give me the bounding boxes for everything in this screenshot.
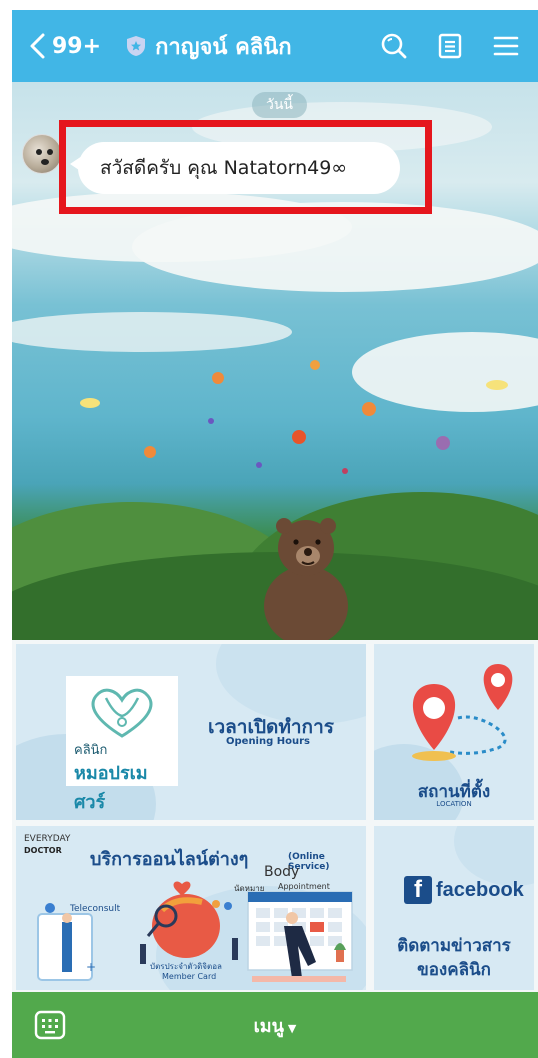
opening-hours-tile[interactable]: คลินิก หมอปรเมศวร์ เวลาเปิดทำการ Opening…: [16, 644, 366, 820]
caret-down-icon: ▼: [287, 1021, 297, 1035]
cloud-decoration: [12, 312, 292, 352]
planet-decoration: [362, 402, 376, 416]
date-separator: วันนี้: [252, 92, 308, 118]
hamburger-menu-icon[interactable]: [492, 32, 520, 60]
opening-hours-label-en: Opening Hours: [226, 736, 310, 747]
bot-avatar[interactable]: [22, 134, 62, 174]
planet-decoration: [292, 430, 306, 444]
svg-text:+: +: [86, 960, 96, 974]
facebook-logo: f facebook: [404, 876, 524, 904]
facebook-label-line2: ของคลินิก: [417, 960, 491, 980]
dot-decoration: [342, 468, 348, 474]
chat-title: กาญจน์ คลินิก: [155, 34, 292, 60]
dot-decoration: [256, 462, 262, 468]
location-label-en: LOCATION: [436, 800, 472, 808]
chevron-left-icon: [30, 33, 45, 59]
flower-decoration: [80, 398, 100, 408]
facebook-wordmark: facebook: [436, 878, 524, 901]
message-text: สวัสดีครับ คุณ Natatorn49∞: [100, 157, 348, 179]
shield-badge-icon: [127, 36, 146, 56]
online-service-tile[interactable]: EVERYDAY DOCTOR บริการออนไลน์ต่างๆ (Onli…: [16, 826, 366, 990]
facebook-icon: f: [404, 876, 432, 904]
cloud-decoration: [132, 202, 538, 292]
bottom-bar: เมนู ▼: [12, 992, 538, 1058]
bear-illustration: [264, 518, 348, 640]
rich-menu: คลินิก หมอปรเมศวร์ เวลาเปิดทำการ Opening…: [12, 640, 538, 992]
menu-toggle-label: เมนู: [253, 1015, 284, 1037]
notes-icon[interactable]: [436, 32, 464, 60]
chat-header: 99+ กาญจน์ คลินิก: [12, 10, 538, 82]
cloud-decoration: [352, 332, 538, 412]
app-frame: 99+ กาญจน์ คลินิก วันนี้ สวัสดีครับ คุณ …: [12, 10, 538, 1058]
dot-decoration: [208, 418, 214, 424]
flower-decoration: [486, 380, 508, 390]
stethoscope-heart-icon: [91, 688, 153, 738]
facebook-tile[interactable]: f facebook ติดตามข่าวสาร ของคลินิก: [374, 826, 534, 990]
keyboard-icon[interactable]: [34, 1010, 66, 1040]
clinic-logo: คลินิก หมอปรเมศวร์: [66, 676, 178, 813]
menu-toggle: เมนู ▼: [12, 992, 538, 1058]
online-service-illustration: +: [37, 881, 353, 982]
logo-sub-text: คลินิก: [74, 743, 108, 758]
location-tile[interactable]: สถานที่ตั้ง LOCATION: [374, 644, 534, 820]
planet-decoration: [144, 446, 156, 458]
message-bubble[interactable]: สวัสดีครับ คุณ Natatorn49∞: [70, 142, 400, 194]
facebook-label-line1: ติดตามข่าวสาร: [397, 936, 511, 956]
map-pin-icon: [412, 664, 513, 761]
back-button[interactable]: 99+: [28, 32, 101, 60]
search-icon[interactable]: [380, 32, 408, 60]
header-actions: [380, 32, 520, 60]
menu-toggle-button[interactable]: เมนู ▼: [254, 1011, 297, 1040]
chat-area[interactable]: วันนี้ สวัสดีครับ คุณ Natatorn49∞: [12, 82, 538, 640]
chat-title-area[interactable]: กาญจน์ คลินิก: [125, 29, 292, 64]
unread-count: 99+: [52, 33, 102, 59]
planet-decoration: [310, 360, 320, 370]
planet-decoration: [436, 436, 450, 450]
planet-decoration: [212, 372, 224, 384]
logo-main-text: หมอปรเมศวร์: [74, 763, 148, 813]
